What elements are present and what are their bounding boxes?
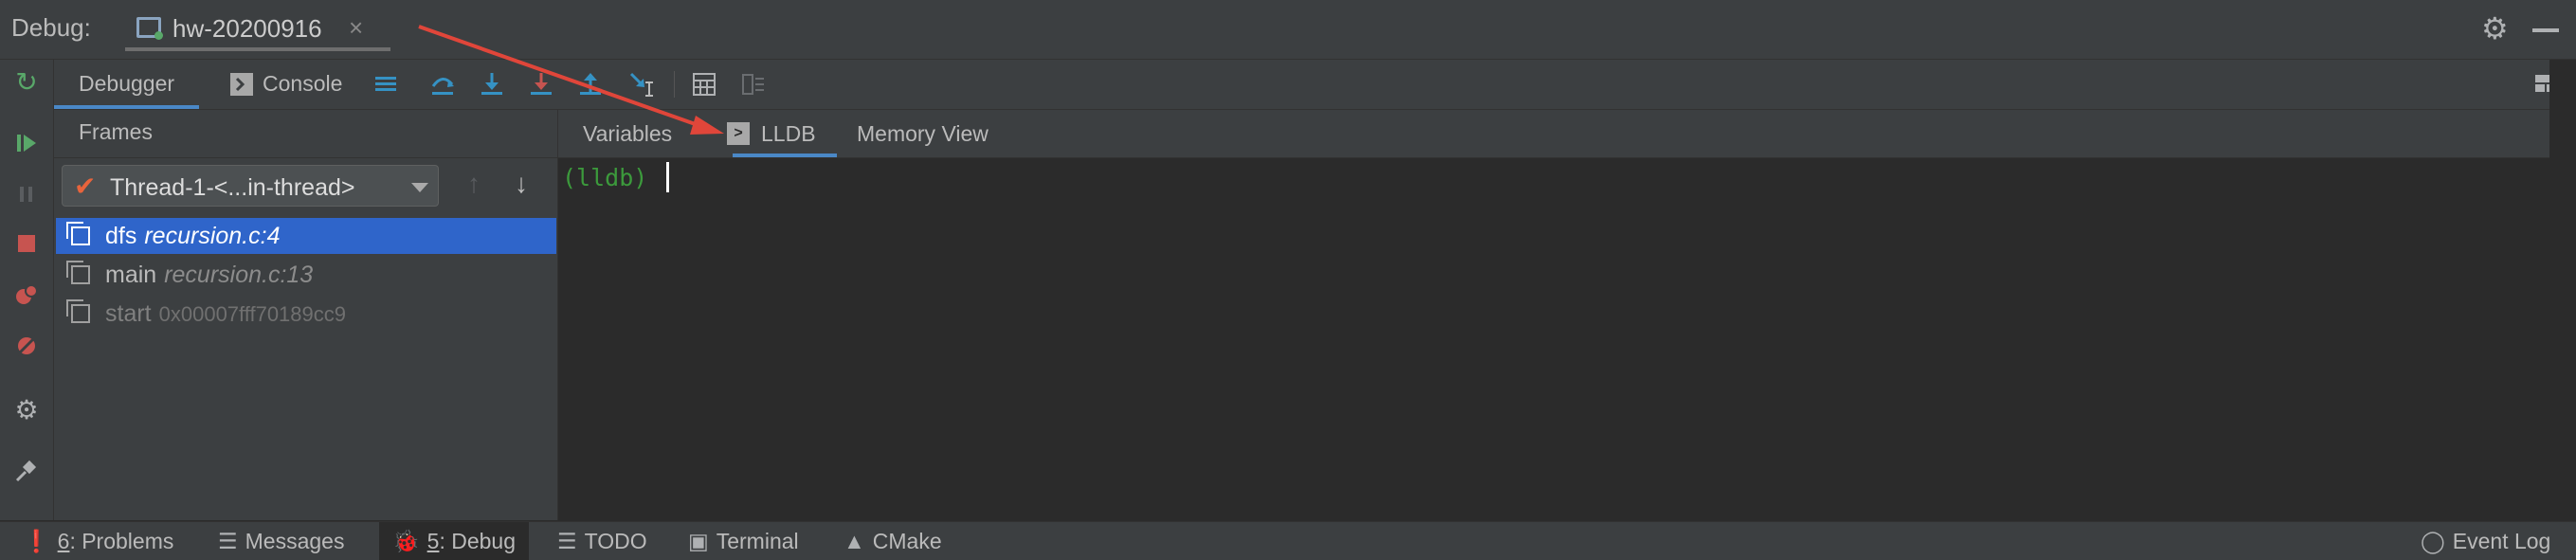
annotation-arrow bbox=[418, 25, 724, 135]
